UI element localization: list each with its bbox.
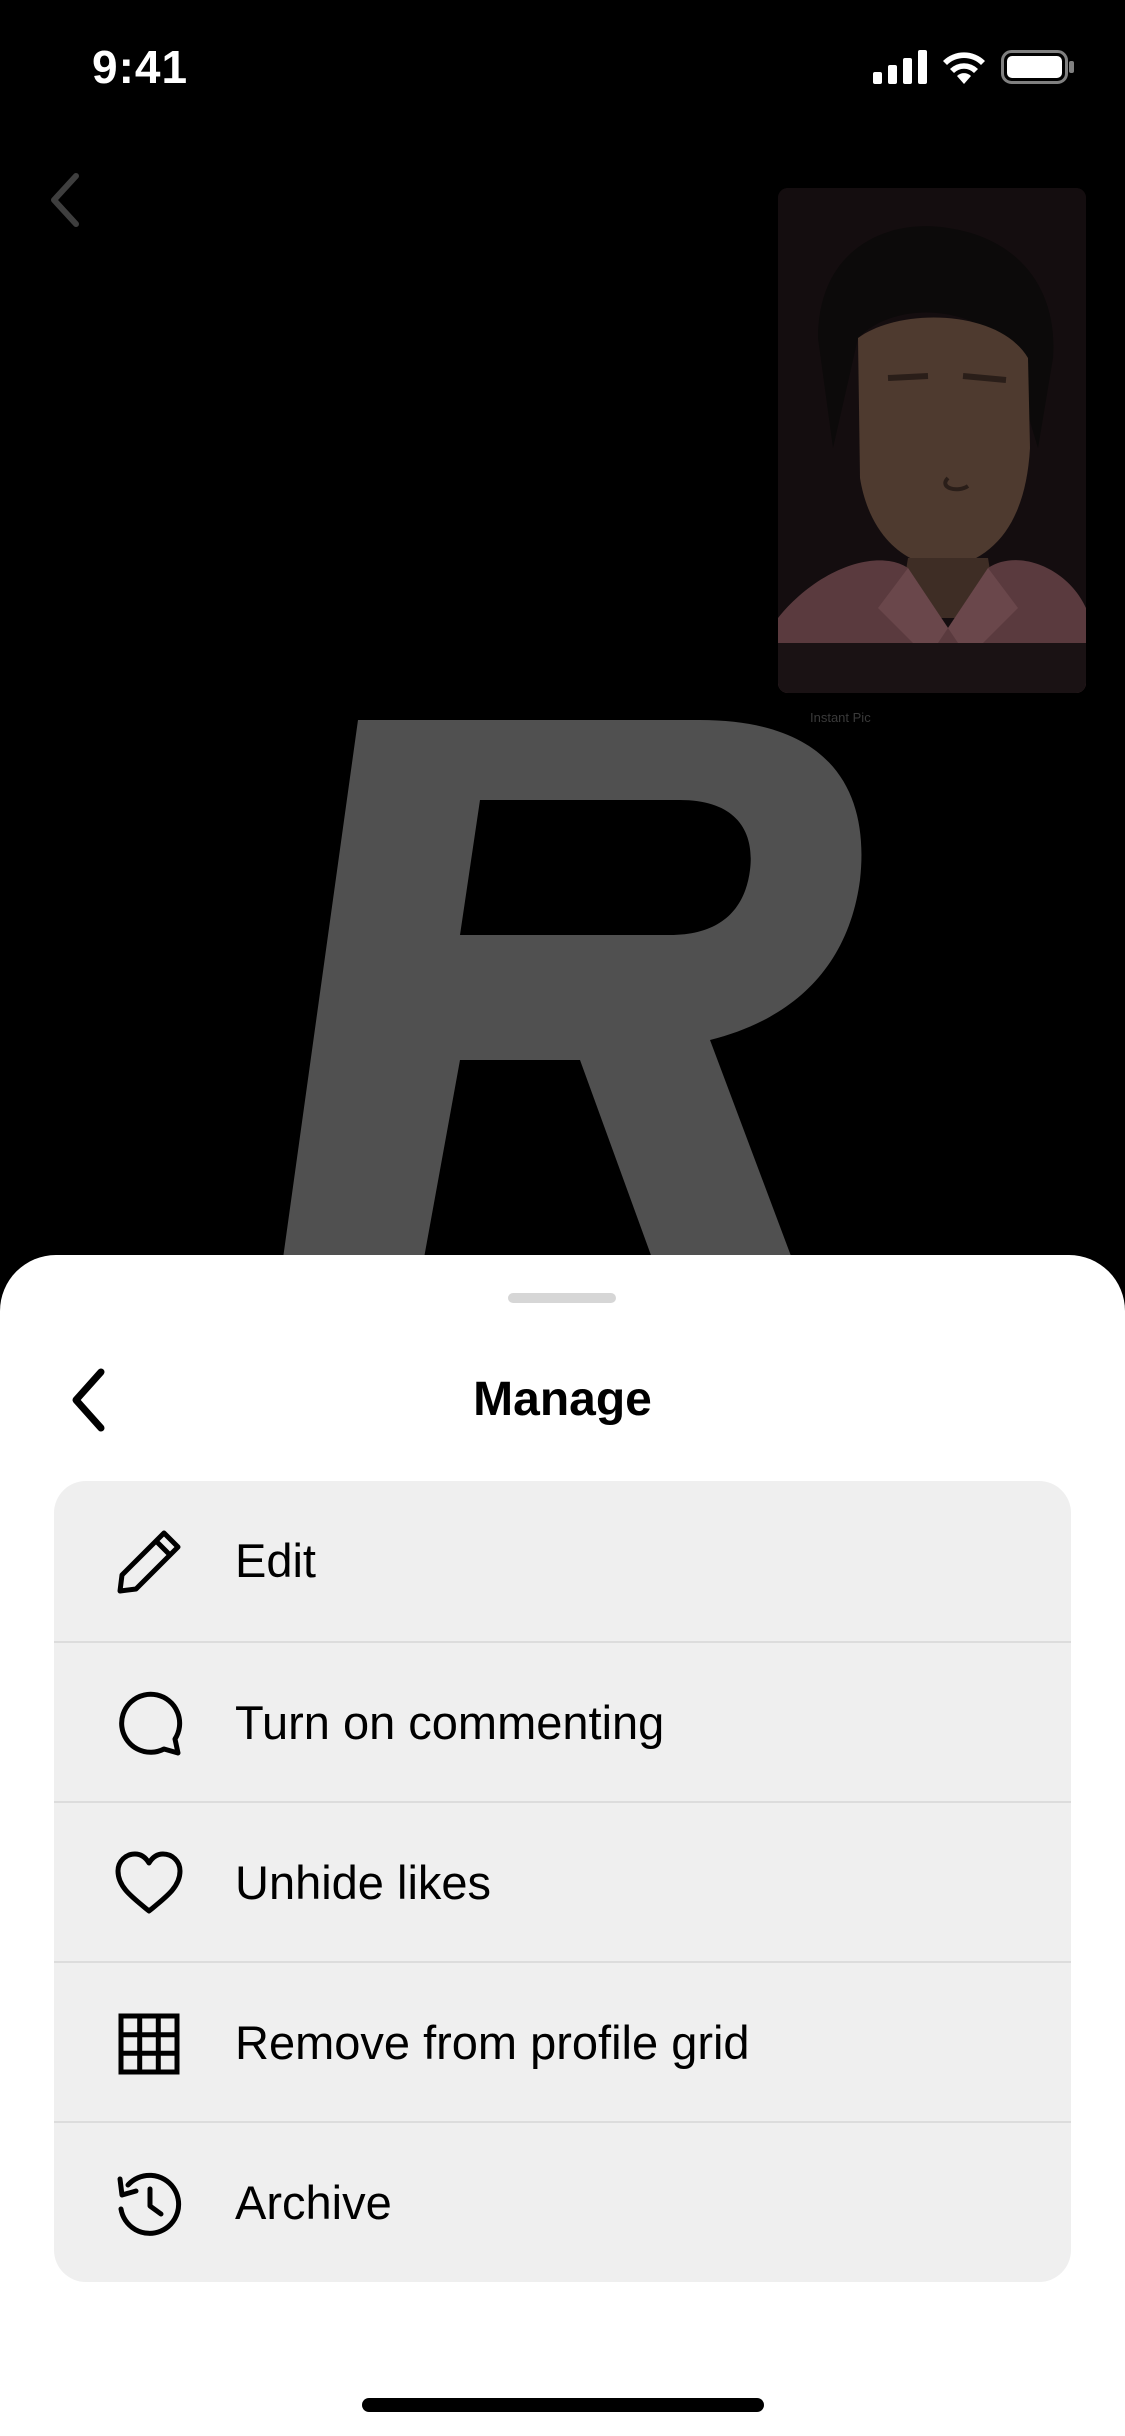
menu-item-archive[interactable]: Archive [54, 2121, 1071, 2281]
background-letter-r [270, 680, 910, 1280]
wifi-icon [943, 52, 985, 84]
menu-item-remove-from-profile-grid[interactable]: Remove from profile grid [54, 1961, 1071, 2121]
menu-item-unhide-likes[interactable]: Unhide likes [54, 1801, 1071, 1961]
menu-item-label: Turn on commenting [235, 1696, 665, 1749]
home-indicator[interactable] [362, 2398, 764, 2412]
sheet-title: Manage [473, 1373, 652, 1426]
menu-item-edit[interactable]: Edit [54, 1481, 1071, 1641]
menu-item-label: Archive [235, 2176, 392, 2229]
pencil-icon [114, 1527, 184, 1597]
menu-item-label: Edit [235, 1534, 316, 1587]
comment-icon [114, 1689, 184, 1759]
menu-item-turn-on-commenting[interactable]: Turn on commenting [54, 1641, 1071, 1801]
archive-history-icon [114, 2169, 184, 2239]
background-photo [778, 188, 1086, 693]
battery-icon [1001, 50, 1074, 84]
status-bar: 9:41 [0, 0, 1125, 132]
status-icons [873, 50, 1075, 84]
manage-sheet: Manage Edit Turn on commenting Unhide li… [0, 1255, 1125, 2436]
menu-item-label: Remove from profile grid [235, 2016, 750, 2069]
manage-menu: Edit Turn on commenting Unhide likes Rem… [54, 1481, 1071, 2282]
signal-icon [873, 50, 927, 84]
grid-icon [114, 2009, 184, 2079]
sheet-grabber[interactable] [508, 1293, 616, 1303]
status-time: 9:41 [92, 41, 189, 93]
background-back-icon [44, 170, 84, 235]
menu-item-label: Unhide likes [235, 1856, 492, 1909]
heart-icon [114, 1849, 184, 1919]
